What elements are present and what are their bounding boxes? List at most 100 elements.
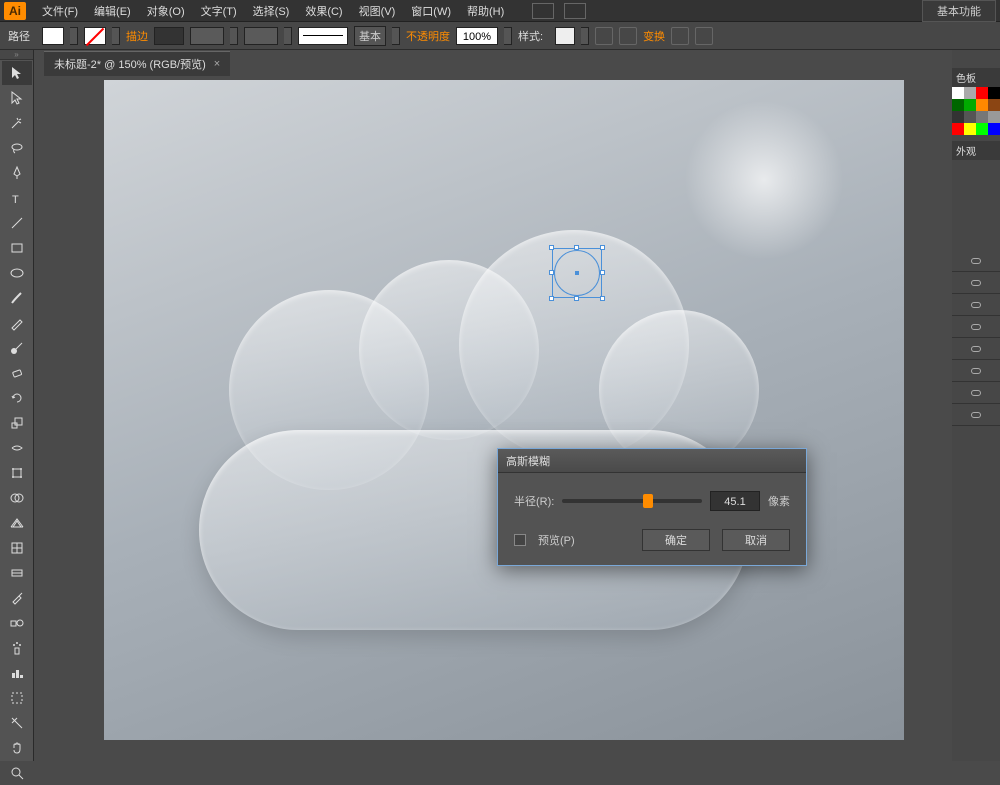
column-graph-tool[interactable] (2, 661, 32, 685)
layer-visibility-row[interactable] (952, 294, 1000, 316)
color-swatch[interactable] (988, 111, 1000, 123)
line-tool[interactable] (2, 211, 32, 235)
radius-slider-thumb[interactable] (643, 494, 653, 508)
artboard-tool[interactable] (2, 686, 32, 710)
radius-input[interactable]: 45.1 (710, 491, 760, 511)
color-swatch[interactable] (952, 111, 964, 123)
layer-visibility-row[interactable] (952, 360, 1000, 382)
isolate-icon[interactable] (671, 27, 689, 45)
menu-file[interactable]: 文件(F) (34, 3, 86, 19)
zoom-tool[interactable] (2, 761, 32, 785)
selected-object[interactable] (552, 248, 602, 298)
color-swatch[interactable] (976, 99, 988, 111)
pen-tool[interactable] (2, 161, 32, 185)
rectangle-tool[interactable] (2, 236, 32, 260)
variable-width-profile[interactable] (190, 27, 224, 45)
radius-slider[interactable] (562, 499, 702, 503)
color-swatch[interactable] (976, 87, 988, 99)
brush-dropdown[interactable] (284, 27, 292, 45)
menu-object[interactable]: 对象(O) (139, 3, 193, 19)
color-swatch[interactable] (988, 99, 1000, 111)
color-swatch[interactable] (952, 99, 964, 111)
color-swatch[interactable] (964, 99, 976, 111)
type-tool[interactable]: T (2, 186, 32, 210)
ok-button[interactable]: 确定 (642, 529, 710, 551)
slice-tool[interactable] (2, 711, 32, 735)
preview-checkbox[interactable] (514, 534, 526, 546)
align-icon[interactable] (619, 27, 637, 45)
close-icon[interactable]: × (214, 58, 220, 70)
gradient-tool[interactable] (2, 561, 32, 585)
resize-handle-bc[interactable] (574, 296, 579, 301)
basic-dropdown[interactable] (392, 27, 400, 45)
opacity-field[interactable]: 100% (456, 27, 498, 45)
color-swatch[interactable] (976, 123, 988, 135)
eyedropper-tool[interactable] (2, 586, 32, 610)
hand-tool[interactable] (2, 736, 32, 760)
fill-swatch[interactable] (42, 27, 64, 45)
menu-edit[interactable]: 编辑(E) (86, 3, 139, 19)
mesh-tool[interactable] (2, 536, 32, 560)
free-transform-tool[interactable] (2, 461, 32, 485)
cancel-button[interactable]: 取消 (722, 529, 790, 551)
width-tool[interactable] (2, 436, 32, 460)
profile-basic-label[interactable]: 基本 (354, 26, 386, 46)
graphic-style-swatch[interactable] (555, 27, 575, 45)
menu-window[interactable]: 窗口(W) (403, 3, 459, 19)
resize-handle-tl[interactable] (549, 245, 554, 250)
resize-handle-bl[interactable] (549, 296, 554, 301)
menu-type[interactable]: 文字(T) (193, 3, 245, 19)
menu-view[interactable]: 视图(V) (351, 3, 404, 19)
more-icon[interactable] (695, 27, 713, 45)
document-tab[interactable]: 未标题-2* @ 150% (RGB/预览) × (44, 51, 230, 76)
stroke-swatch[interactable] (84, 27, 106, 45)
color-swatch[interactable] (952, 87, 964, 99)
pencil-tool[interactable] (2, 311, 32, 335)
menu-effect[interactable]: 效果(C) (297, 3, 350, 19)
magic-wand-tool[interactable] (2, 111, 32, 135)
paintbrush-tool[interactable] (2, 286, 32, 310)
resize-handle-tr[interactable] (600, 245, 605, 250)
color-swatch[interactable] (964, 123, 976, 135)
swatches-panel-title[interactable]: 色板 (952, 68, 1000, 87)
stroke-dropdown[interactable] (112, 27, 120, 45)
blob-brush-tool[interactable] (2, 336, 32, 360)
appearance-panel-title[interactable]: 外观 (952, 141, 1000, 160)
blend-tool[interactable] (2, 611, 32, 635)
resize-handle-tc[interactable] (574, 245, 579, 250)
resize-handle-mr[interactable] (600, 270, 605, 275)
color-swatch[interactable] (964, 87, 976, 99)
stroke-label[interactable]: 描边 (126, 28, 148, 44)
arrange-docs-icon[interactable] (532, 3, 554, 19)
color-swatch[interactable] (976, 111, 988, 123)
opacity-dropdown[interactable] (504, 27, 512, 45)
resize-handle-br[interactable] (600, 296, 605, 301)
transform-label[interactable]: 变换 (643, 28, 665, 44)
menu-select[interactable]: 选择(S) (245, 3, 298, 19)
layer-visibility-row[interactable] (952, 338, 1000, 360)
layer-visibility-row[interactable] (952, 272, 1000, 294)
canvas[interactable] (104, 80, 904, 740)
layer-visibility-row[interactable] (952, 316, 1000, 338)
screen-mode-icon[interactable] (564, 3, 586, 19)
profile-dropdown[interactable] (230, 27, 238, 45)
fill-dropdown[interactable] (70, 27, 78, 45)
symbol-sprayer-tool[interactable] (2, 636, 32, 660)
opacity-label[interactable]: 不透明度 (406, 28, 450, 44)
color-swatch[interactable] (988, 123, 1000, 135)
workspace-switcher[interactable]: 基本功能 (922, 0, 996, 22)
stroke-weight-field[interactable] (154, 27, 184, 45)
selection-tool[interactable] (2, 61, 32, 85)
menu-help[interactable]: 帮助(H) (459, 3, 512, 19)
layer-visibility-row[interactable] (952, 404, 1000, 426)
stroke-style-preview[interactable] (298, 27, 348, 45)
scale-tool[interactable] (2, 411, 32, 435)
color-swatch[interactable] (952, 123, 964, 135)
toolbox-expand[interactable]: » (0, 50, 33, 60)
direct-selection-tool[interactable] (2, 86, 32, 110)
brush-definition[interactable] (244, 27, 278, 45)
shape-builder-tool[interactable] (2, 486, 32, 510)
color-swatch[interactable] (988, 87, 1000, 99)
style-dropdown[interactable] (581, 27, 589, 45)
color-swatch[interactable] (964, 111, 976, 123)
